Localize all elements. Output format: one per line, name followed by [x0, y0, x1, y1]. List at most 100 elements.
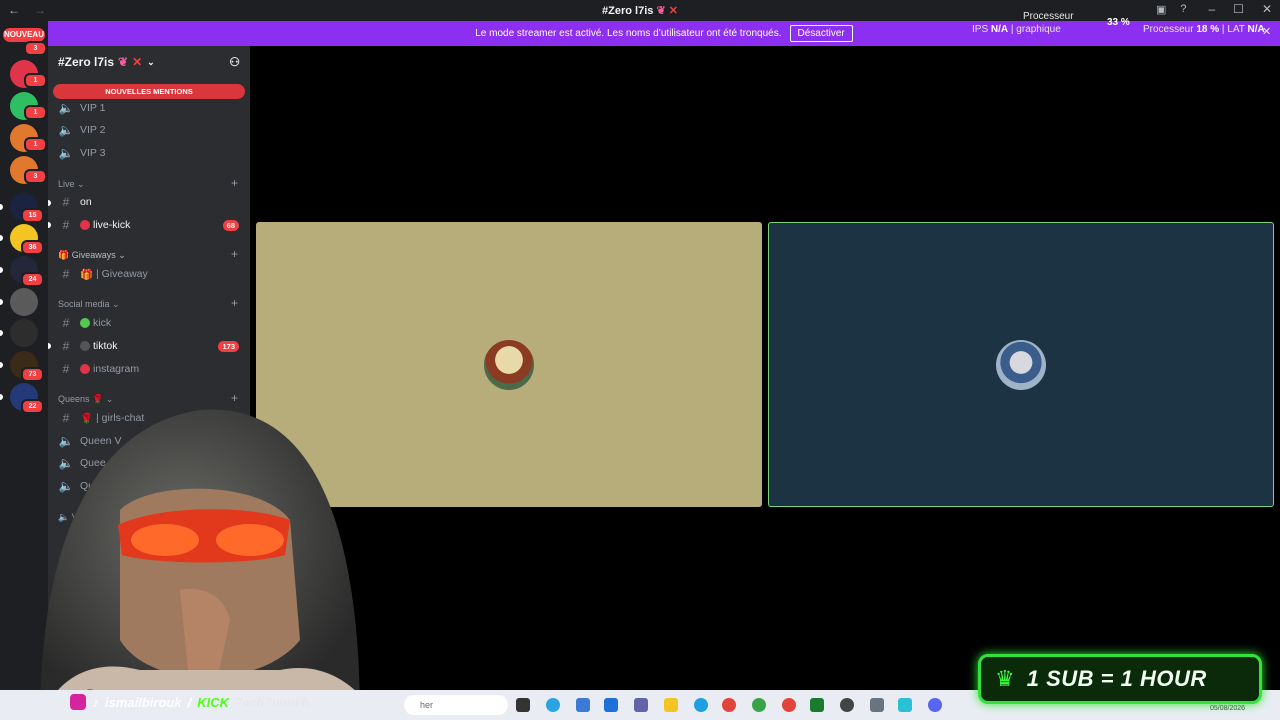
unread-pip — [0, 235, 3, 241]
settings-icon[interactable] — [870, 698, 884, 712]
server-badge: 3 — [24, 169, 47, 184]
close-icon[interactable]: ✕ — [1262, 2, 1272, 16]
hash-icon: # — [62, 362, 70, 376]
server-badge: 24 — [21, 272, 44, 287]
text-channel[interactable]: # live-kick — [58, 216, 131, 234]
category-live[interactable]: Live ⌄ — [58, 179, 85, 190]
streamer-mode-banner: Le mode streamer est activé. Les noms d’… — [48, 21, 1280, 46]
server-badge: 3 — [24, 41, 47, 56]
unread-pip — [48, 200, 51, 206]
category-social[interactable]: Social media ⌄ — [58, 299, 120, 310]
minimize-icon[interactable]: – — [1208, 2, 1215, 16]
discord-icon[interactable] — [928, 698, 942, 712]
gift-icon: 🎁 — [58, 250, 70, 260]
cpu-readout: Processeur 18 % | LAT N/A — [1143, 24, 1265, 35]
chrome-profile-icon[interactable] — [782, 698, 796, 712]
window-title: #Zero l7is ❦ ✕ — [602, 5, 678, 17]
help-icon[interactable]: ? — [1180, 3, 1186, 16]
webcam-figure — [40, 409, 380, 720]
mention-badge: 68 — [222, 220, 239, 231]
taskbar-search[interactable]: her — [404, 695, 508, 715]
server-icon[interactable] — [10, 288, 38, 316]
text-channel[interactable]: # 🎁 | Giveaway — [58, 265, 148, 283]
chrome-profile-icon[interactable] — [752, 698, 766, 712]
instagram-icon — [70, 694, 86, 710]
flower-icon: ❦ — [118, 55, 129, 69]
hash-icon: # — [62, 218, 70, 232]
speaker-icon: 🔈 — [58, 123, 74, 137]
mention-badge: 173 — [218, 341, 239, 352]
inbox-icon[interactable]: ▣ — [1156, 3, 1166, 16]
hash-icon: # — [62, 316, 70, 330]
kick-label: KICK — [197, 694, 229, 710]
add-channel-icon[interactable]: + — [231, 247, 238, 261]
participant-avatar — [996, 339, 1046, 390]
new-mentions-pill[interactable]: NOUVELLES MENTIONS — [53, 84, 245, 99]
participant-avatar — [484, 339, 534, 390]
green-dot-icon — [80, 318, 90, 328]
app-icon[interactable] — [898, 698, 912, 712]
chevron-down-icon: ⌄ — [147, 56, 155, 67]
telegram-icon[interactable] — [546, 698, 560, 712]
edge-icon[interactable] — [694, 698, 708, 712]
banner-message: Le mode streamer est activé. Les noms d’… — [475, 28, 782, 39]
speaker-icon: 🔈 — [58, 101, 74, 115]
sub-goal-text: 1 SUB = 1 HOUR — [1026, 666, 1207, 691]
unread-pip — [48, 222, 51, 228]
server-badge: 73 — [21, 367, 44, 382]
voice-channel[interactable]: 🔈 VIP 1 — [58, 99, 106, 117]
chrome-icon[interactable] — [722, 698, 736, 712]
unread-pip — [48, 343, 51, 349]
discord-screen: { "window": { "title": "#Zero l7is", "ti… — [0, 0, 1280, 720]
server-name: #Zero l7is — [58, 55, 115, 69]
category-giveaways[interactable]: 🎁 Giveaways ⌄ — [58, 250, 126, 261]
cross-icon: ✕ — [668, 5, 678, 17]
social-handles-overlay: ♪ ismailbirouk / KICK 7ach7oouch — [70, 692, 309, 712]
disable-button[interactable]: Désactiver — [789, 25, 853, 42]
store-icon[interactable] — [576, 698, 590, 712]
new-pill-top[interactable]: NOUVEAU — [3, 28, 45, 42]
explorer-icon[interactable] — [664, 698, 678, 712]
tiktok-icon: ♪ — [92, 694, 99, 710]
server-badge: 1 — [24, 137, 47, 152]
server-badge: 36 — [21, 240, 44, 255]
text-channel[interactable]: # kick — [58, 314, 111, 332]
voice-channel[interactable]: 🔈 VIP 3 — [58, 144, 106, 162]
unread-pip — [0, 267, 3, 273]
unread-pip — [0, 204, 3, 210]
cross-icon: ✕ — [132, 55, 143, 69]
video-tile-participant-2-speaking[interactable] — [768, 222, 1274, 507]
outlook-icon[interactable] — [604, 698, 618, 712]
sub-goal-overlay: ♛ 1 SUB = 1 HOUR — [978, 654, 1262, 704]
maximize-icon[interactable]: ☐ — [1233, 2, 1244, 16]
taskbar-date: 05/08/2026 — [1210, 705, 1246, 712]
server-header[interactable]: #Zero l7is ❦ ✕ ⌄ ⚇ — [48, 46, 250, 78]
text-channel[interactable]: # on — [58, 193, 92, 211]
hash-icon: # — [62, 195, 70, 209]
add-member-icon[interactable]: ⚇ — [229, 55, 240, 69]
task-view-icon[interactable] — [516, 698, 530, 712]
server-badge: 1 — [24, 73, 47, 88]
hash-icon: # — [62, 267, 70, 281]
crown-icon: ♛ — [995, 666, 1015, 691]
add-channel-icon[interactable]: + — [231, 296, 238, 310]
unread-pip — [0, 330, 3, 336]
gift-icon: 🎁 — [80, 268, 94, 281]
voice-channel[interactable]: 🔈 VIP 2 — [58, 121, 106, 139]
unread-pip — [0, 362, 3, 368]
flower-icon: ❦ — [656, 5, 666, 17]
server-icon[interactable] — [10, 319, 38, 347]
cpu-top-value: 33 % — [1107, 17, 1130, 28]
server-badge: 1 — [24, 105, 47, 120]
unread-pip — [0, 299, 3, 305]
add-channel-icon[interactable]: + — [231, 176, 238, 190]
text-channel[interactable]: # instagram — [58, 360, 139, 378]
app-icon[interactable] — [840, 698, 854, 712]
window-controls: – ☐ ✕ — [1208, 2, 1272, 16]
teams-icon[interactable] — [634, 698, 648, 712]
grey-dot-icon — [80, 341, 90, 351]
app-icon[interactable] — [810, 698, 824, 712]
text-channel[interactable]: # tiktok — [58, 337, 118, 355]
social-handle: ismailbirouk — [105, 694, 182, 710]
hash-icon: # — [62, 339, 70, 353]
